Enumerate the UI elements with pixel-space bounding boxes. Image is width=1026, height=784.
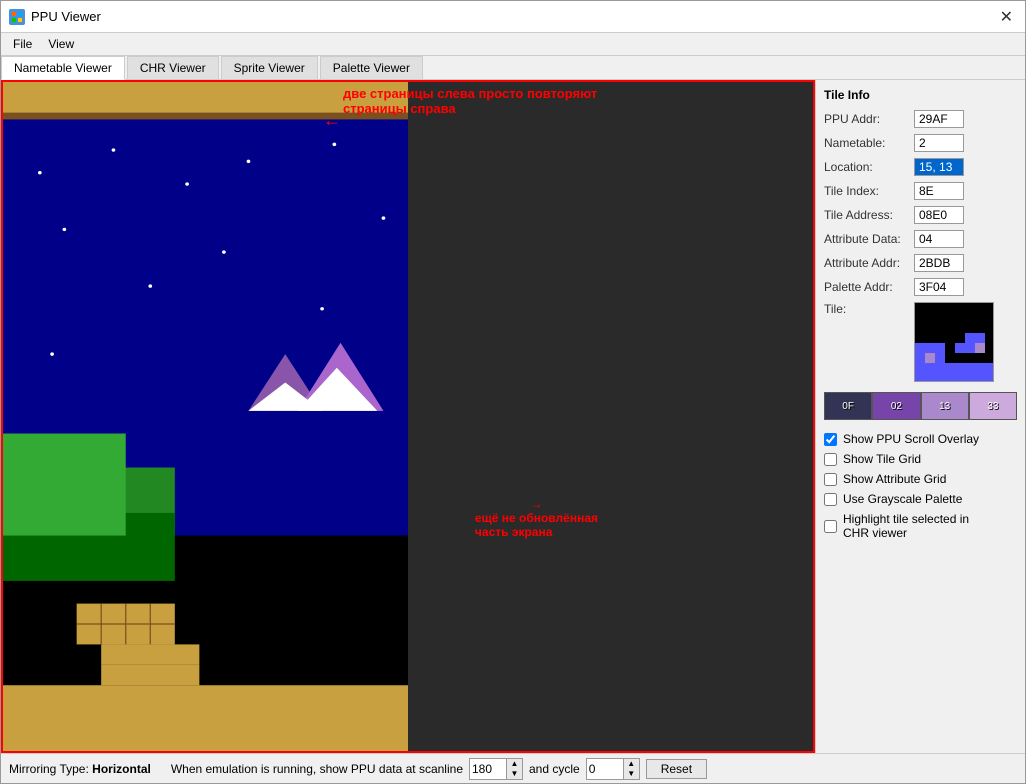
attr-addr-value: 2BDB [914,254,964,272]
palette-addr-row: Palette Addr: 3F04 [824,278,1017,296]
show-ppu-scroll-overlay[interactable] [824,433,837,446]
main-window: PPU Viewer ✕ File View Nametable Viewer … [0,0,1026,784]
show-ppu-scroll-overlay-label: Show PPU Scroll Overlay [843,432,979,446]
attr-data-row: Attribute Data: 04 [824,230,1017,248]
cycle-spinbox[interactable]: ▲ ▼ [586,758,640,780]
cycle-input[interactable] [587,759,623,779]
checkboxes-section: Show PPU Scroll Overlay Show Tile Grid Sho… [824,432,1017,540]
right-scene [5,751,408,753]
attr-addr-row: Attribute Addr: 2BDB [824,254,1017,272]
show-tile-grid[interactable] [824,453,837,466]
cycle-down[interactable]: ▼ [623,769,639,779]
viewer-area: две страницы слева просто повторяют стра… [1,80,815,753]
tile-address-value: 08E0 [914,206,964,224]
not-updated-annotation: → ещё не обновлённая часть экрана [475,497,598,539]
palette-swatch-2: 13 [921,392,969,420]
tile-index-value: 8E [914,182,964,200]
cycle-arrows: ▲ ▼ [623,759,639,779]
mirroring-label: Mirroring Type: Horizontal [9,762,151,776]
tile-address-label: Tile Address: [824,208,914,222]
menu-file[interactable]: File [5,35,40,53]
attr-data-value: 04 [914,230,964,248]
tile-svg [915,303,994,382]
show-attribute-grid-label: Show Attribute Grid [843,472,946,486]
title-bar: PPU Viewer ✕ [1,1,1025,33]
tab-chr-viewer[interactable]: CHR Viewer [127,56,219,79]
close-button[interactable]: ✕ [996,7,1017,27]
show-tile-grid-label: Show Tile Grid [843,452,921,466]
location-row: Location: 15, 13 [824,158,1017,176]
tab-bar: Nametable Viewer CHR Viewer Sprite Viewe… [1,56,1025,80]
nametable-label: Nametable: [824,136,914,150]
info-panel: Tile Info PPU Addr: 29AF Nametable: 2 Lo… [815,80,1025,753]
app-icon [9,9,25,25]
left-scene [3,82,408,751]
ppu-addr-label: PPU Addr: [824,112,914,126]
menu-view[interactable]: View [40,35,82,53]
highlight-tile-chr[interactable] [824,520,837,533]
nametable-value: 2 [914,134,964,152]
tile-index-row: Tile Index: 8E [824,182,1017,200]
reset-button[interactable]: Reset [646,759,707,779]
scanline-input[interactable] [470,759,506,779]
tab-sprite-viewer[interactable]: Sprite Viewer [221,56,318,79]
checkbox-row-0: Show PPU Scroll Overlay [824,432,1017,446]
tab-nametable-viewer[interactable]: Nametable Viewer [1,56,125,80]
tab-palette-viewer[interactable]: Palette Viewer [320,56,423,79]
highlight-tile-chr-label: Highlight tile selected in CHR viewer [843,512,969,540]
checkbox-row-2: Show Attribute Grid [824,472,1017,486]
ppu-addr-row: PPU Addr: 29AF [824,110,1017,128]
checkbox-row-1: Show Tile Grid [824,452,1017,466]
tile-index-label: Tile Index: [824,184,914,198]
use-grayscale-palette-label: Use Grayscale Palette [843,492,962,506]
nametable-row: Nametable: 2 [824,134,1017,152]
use-grayscale-palette[interactable] [824,493,837,506]
window-title: PPU Viewer [31,9,996,24]
palette-swatch-3: 33 [969,392,1017,420]
palette-addr-label: Palette Addr: [824,280,914,294]
scanline-up[interactable]: ▲ [506,759,522,769]
checkbox-row-4: Highlight tile selected in CHR viewer [824,512,1017,540]
palette-swatches: 0F021333 [824,392,1017,420]
cycle-label: and cycle [529,762,580,776]
checkbox-row-3: Use Grayscale Palette [824,492,1017,506]
attr-addr-label: Attribute Addr: [824,256,914,270]
tile-info-title: Tile Info [824,88,1017,102]
palette-swatch-1: 02 [872,392,920,420]
mirroring-value: Horizontal [92,762,151,776]
tile-label: Tile: [824,302,914,316]
scanline-down[interactable]: ▼ [506,769,522,779]
right-nametable: позиция скролла ↙ [3,751,408,753]
ppu-addr-value: 29AF [914,110,964,128]
location-label: Location: [824,160,914,174]
palette-swatch-0: 0F [824,392,872,420]
scanline-spinbox[interactable]: ▲ ▼ [469,758,523,780]
tile-address-row: Tile Address: 08E0 [824,206,1017,224]
scanline-arrows: ▲ ▼ [506,759,522,779]
left-nametable [3,82,408,751]
palette-addr-value: 3F04 [914,278,964,296]
cycle-up[interactable]: ▲ [623,759,639,769]
scanline-area: When emulation is running, show PPU data… [171,758,707,780]
tile-preview-row: Tile: [824,302,1017,382]
status-bar: Mirroring Type: Horizontal When emulatio… [1,753,1025,783]
tile-preview [914,302,994,382]
main-content: две страницы слева просто повторяют стра… [1,80,1025,753]
menu-bar: File View [1,33,1025,56]
location-value: 15, 13 [914,158,964,176]
show-attribute-grid[interactable] [824,473,837,486]
attr-data-label: Attribute Data: [824,232,914,246]
scanline-label: When emulation is running, show PPU data… [171,762,463,776]
